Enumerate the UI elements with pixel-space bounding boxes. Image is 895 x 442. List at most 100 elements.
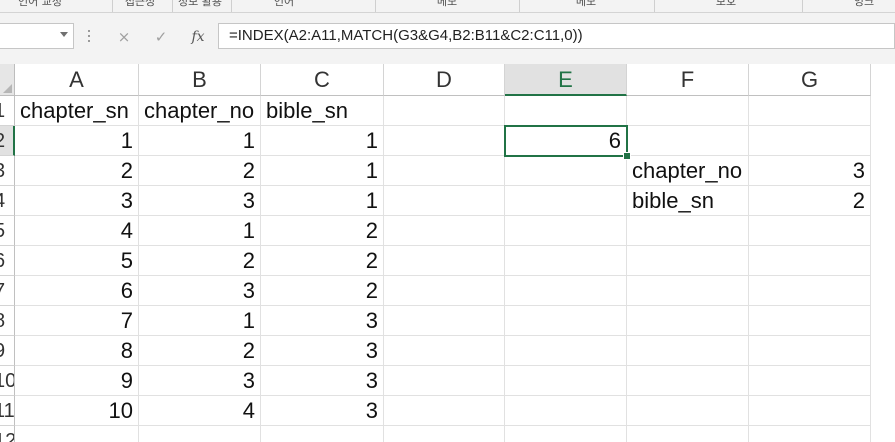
row-header-10[interactable]: 10 xyxy=(0,366,15,396)
cell-b5[interactable]: 1 xyxy=(139,216,261,246)
cell-b2[interactable]: 1 xyxy=(139,126,261,156)
cell-e10[interactable] xyxy=(505,366,627,396)
cell-b1[interactable]: chapter_no xyxy=(139,96,261,126)
cell-a9[interactable]: 8 xyxy=(15,336,139,366)
cell-g12[interactable] xyxy=(749,426,871,442)
cell-f3[interactable]: chapter_no xyxy=(627,156,749,186)
cell-b11[interactable]: 4 xyxy=(139,396,261,426)
column-header-b[interactable]: B xyxy=(139,64,261,96)
cell-f8[interactable] xyxy=(627,306,749,336)
cell-e3[interactable] xyxy=(505,156,627,186)
formula-input[interactable]: =INDEX(A2:A11,MATCH(G3&G4,B2:B11&C2:C11,… xyxy=(218,23,895,49)
cell-a1[interactable]: chapter_sn xyxy=(15,96,139,126)
cell-c3[interactable]: 1 xyxy=(261,156,384,186)
cancel-icon[interactable]: × xyxy=(113,27,135,47)
cell-b10[interactable]: 3 xyxy=(139,366,261,396)
cell-d4[interactable] xyxy=(384,186,505,216)
cell-d7[interactable] xyxy=(384,276,505,306)
cell-g3[interactable]: 3 xyxy=(749,156,871,186)
row-header-4[interactable]: 4 xyxy=(0,186,15,216)
row-header-6[interactable]: 6 xyxy=(0,246,15,276)
cell-c12[interactable] xyxy=(261,426,384,442)
cell-f6[interactable] xyxy=(627,246,749,276)
row-header-5[interactable]: 5 xyxy=(0,216,15,246)
cell-f4[interactable]: bible_sn xyxy=(627,186,749,216)
cell-e8[interactable] xyxy=(505,306,627,336)
cell-g5[interactable] xyxy=(749,216,871,246)
cell-a8[interactable]: 7 xyxy=(15,306,139,336)
cell-f2[interactable] xyxy=(627,126,749,156)
cell-e1[interactable] xyxy=(505,96,627,126)
cell-e7[interactable] xyxy=(505,276,627,306)
enter-check-icon[interactable]: ✓ xyxy=(150,27,172,47)
cell-b12[interactable] xyxy=(139,426,261,442)
cell-g7[interactable] xyxy=(749,276,871,306)
column-header-f[interactable]: F xyxy=(627,64,749,96)
cell-d12[interactable] xyxy=(384,426,505,442)
cell-f9[interactable] xyxy=(627,336,749,366)
row-header-1[interactable]: 1 xyxy=(0,96,15,126)
fill-handle[interactable] xyxy=(623,152,631,160)
cell-g2[interactable] xyxy=(749,126,871,156)
cell-c9[interactable]: 3 xyxy=(261,336,384,366)
cell-g9[interactable] xyxy=(749,336,871,366)
cell-f12[interactable] xyxy=(627,426,749,442)
cell-c5[interactable]: 2 xyxy=(261,216,384,246)
name-box[interactable] xyxy=(0,23,74,49)
row-header-11[interactable]: 11 xyxy=(0,396,15,426)
cell-a10[interactable]: 9 xyxy=(15,366,139,396)
cell-c10[interactable]: 3 xyxy=(261,366,384,396)
cell-d5[interactable] xyxy=(384,216,505,246)
cell-a2[interactable]: 1 xyxy=(15,126,139,156)
cell-g8[interactable] xyxy=(749,306,871,336)
cell-c8[interactable]: 3 xyxy=(261,306,384,336)
cell-a4[interactable]: 3 xyxy=(15,186,139,216)
cell-a11[interactable]: 10 xyxy=(15,396,139,426)
row-header-3[interactable]: 3 xyxy=(0,156,15,186)
cell-c4[interactable]: 1 xyxy=(261,186,384,216)
row-header-2[interactable]: 2 xyxy=(0,126,15,156)
cell-e6[interactable] xyxy=(505,246,627,276)
cell-f1[interactable] xyxy=(627,96,749,126)
cell-b8[interactable]: 1 xyxy=(139,306,261,336)
cell-c6[interactable]: 2 xyxy=(261,246,384,276)
cell-e12[interactable] xyxy=(505,426,627,442)
cell-d11[interactable] xyxy=(384,396,505,426)
cell-c1[interactable]: bible_sn xyxy=(261,96,384,126)
row-header-7[interactable]: 7 xyxy=(0,276,15,306)
cell-b3[interactable]: 2 xyxy=(139,156,261,186)
cell-f10[interactable] xyxy=(627,366,749,396)
row-header-9[interactable]: 9 xyxy=(0,336,15,366)
cell-f7[interactable] xyxy=(627,276,749,306)
cell-b4[interactable]: 3 xyxy=(139,186,261,216)
cell-g10[interactable] xyxy=(749,366,871,396)
cell-d8[interactable] xyxy=(384,306,505,336)
insert-function-icon[interactable]: fx xyxy=(187,27,209,47)
column-header-d[interactable]: D xyxy=(384,64,505,96)
cell-g4[interactable]: 2 xyxy=(749,186,871,216)
cell-d1[interactable] xyxy=(384,96,505,126)
cell-e11[interactable] xyxy=(505,396,627,426)
cell-g11[interactable] xyxy=(749,396,871,426)
cell-d9[interactable] xyxy=(384,336,505,366)
cell-e9[interactable] xyxy=(505,336,627,366)
cell-f5[interactable] xyxy=(627,216,749,246)
cell-c11[interactable]: 3 xyxy=(261,396,384,426)
cell-e2[interactable]: 6 xyxy=(505,126,627,156)
cell-c2[interactable]: 1 xyxy=(261,126,384,156)
column-header-g[interactable]: G xyxy=(749,64,871,96)
cell-a7[interactable]: 6 xyxy=(15,276,139,306)
cell-b9[interactable]: 2 xyxy=(139,336,261,366)
drag-grip-icon[interactable] xyxy=(88,30,90,44)
column-header-e[interactable]: E xyxy=(505,64,627,96)
cell-g6[interactable] xyxy=(749,246,871,276)
cell-b7[interactable]: 3 xyxy=(139,276,261,306)
column-header-a[interactable]: A xyxy=(15,64,139,96)
select-all-corner[interactable] xyxy=(0,64,15,96)
row-header-8[interactable]: 8 xyxy=(0,306,15,336)
cell-d6[interactable] xyxy=(384,246,505,276)
cell-a12[interactable] xyxy=(15,426,139,442)
row-header-12[interactable]: 12 xyxy=(0,426,15,442)
cell-a3[interactable]: 2 xyxy=(15,156,139,186)
cell-a5[interactable]: 4 xyxy=(15,216,139,246)
